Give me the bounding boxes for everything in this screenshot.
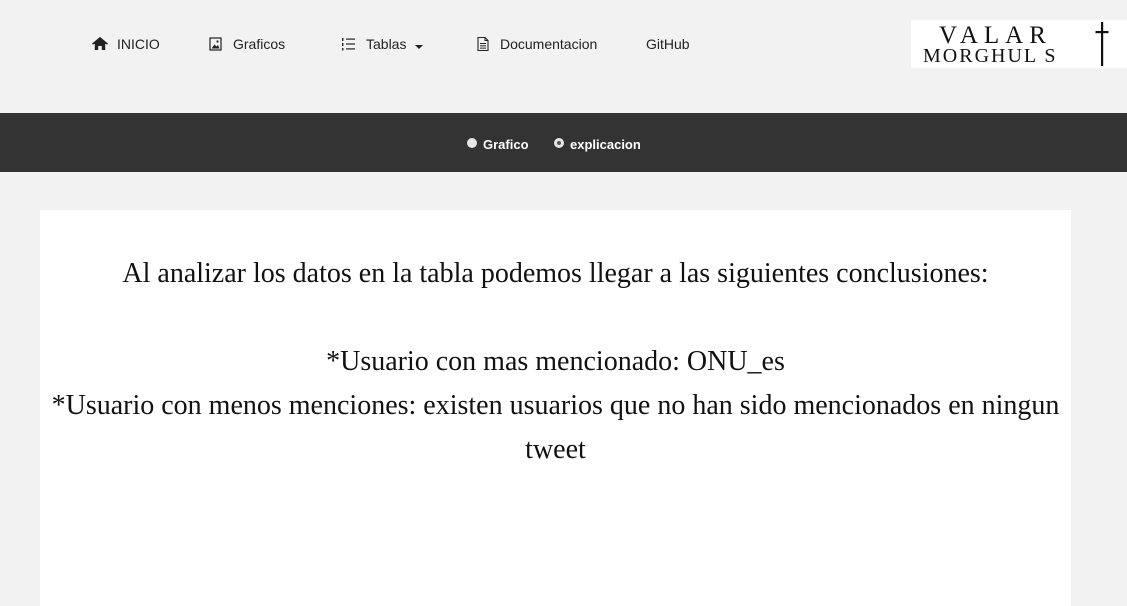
document-icon <box>475 36 491 52</box>
radio-explicacion[interactable]: explicacion <box>554 137 641 152</box>
view-toggle-bar: Grafico explicacion <box>0 113 1127 172</box>
nav-graficos[interactable]: Graficos <box>208 32 285 56</box>
conclusions-intro: Al analizar los datos en la tabla podemo… <box>122 258 989 289</box>
nav-graficos-label: Graficos <box>233 36 286 52</box>
nav-documentacion[interactable]: Documentacion <box>475 32 597 56</box>
nav-inicio-label: INICIO <box>117 36 160 52</box>
conclusion-least-mentioned: *Usuario con menos menciones: existen us… <box>51 390 1060 465</box>
logo-line-1: VALAR <box>939 22 1052 49</box>
radio-grafico-control[interactable] <box>467 137 477 148</box>
top-navigation: INICIO Graficos Tablas Documentacion Git… <box>0 0 1127 113</box>
image-icon <box>208 36 224 52</box>
list-icon <box>341 36 357 52</box>
home-icon <box>92 36 108 52</box>
nav-tablas-label: Tablas <box>366 36 407 52</box>
nav-github[interactable]: GitHub <box>646 32 690 56</box>
radio-grafico[interactable]: Grafico <box>467 137 529 152</box>
chevron-down-icon <box>415 45 424 49</box>
logo-line-2: MORGHUL S <box>923 45 1058 67</box>
radio-explicacion-control[interactable] <box>554 137 564 148</box>
sword-icon <box>1095 22 1109 66</box>
conclusion-most-mentioned: *Usuario con mas mencionado: ONU_es <box>326 346 785 377</box>
nav-inicio[interactable]: INICIO <box>92 32 160 56</box>
radio-grafico-label: Grafico <box>483 137 529 152</box>
radio-explicacion-label: explicacion <box>570 137 641 152</box>
nav-tablas-dropdown[interactable]: Tablas <box>341 32 424 56</box>
explanation-card: Al analizar los datos en la tabla podemo… <box>40 210 1071 606</box>
nav-documentacion-label: Documentacion <box>500 36 598 52</box>
nav-github-label: GitHub <box>646 36 690 52</box>
site-logo: VALAR MORGHUL S <box>911 20 1127 68</box>
